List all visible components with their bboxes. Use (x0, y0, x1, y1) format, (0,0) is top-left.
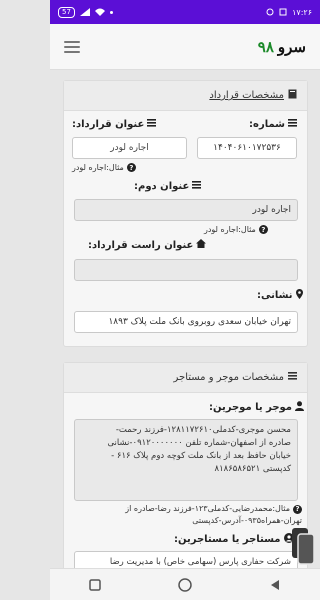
parties-card-title: مشخصات موجر و مستاجر (173, 372, 285, 383)
list-icon (147, 119, 157, 130)
status-time: ۱۷:۲۶ (292, 7, 312, 17)
parties-card-header: مشخصات موجر و مستاجر (64, 363, 307, 393)
second-title-input[interactable]: اجاره لودر (74, 199, 298, 221)
notification-dot-icon (109, 10, 113, 14)
brand-number: ۹۸ (257, 37, 274, 56)
question-icon: ? (258, 225, 268, 234)
address-input[interactable]: تهران خیابان سعدی روبروی بانک ملت پلاک ۱… (74, 311, 298, 333)
status-bar: 57 ۱۷:۲۶ (50, 0, 320, 24)
lessor-line: صادره از اصفهان-شماره تلفن ۰۹۱۲۰۰۰۰۰۰۰-ن… (107, 438, 291, 448)
main-content: مشخصات قرارداد شماره: ۱۴۰۴۰۶۱۰۱۷۲۵۳۶ عنو… (50, 70, 320, 568)
back-icon[interactable] (260, 573, 290, 597)
right-title-label: عنوان راست قرارداد: (88, 239, 207, 251)
contract-card: مشخصات قرارداد شماره: ۱۴۰۴۰۶۱۰۱۷۲۵۳۶ عنو… (63, 80, 308, 347)
second-title-value: اجاره لودر (252, 205, 291, 215)
question-icon: ? (293, 504, 302, 514)
map-marker-icon (295, 289, 303, 302)
contract-number-value: ۱۴۰۴۰۶۱۰۱۷۲۵۳۶ (213, 143, 281, 153)
user-icon (295, 401, 305, 414)
address-label: نشانی: (257, 289, 303, 302)
contract-number-label: شماره: (249, 119, 297, 130)
address-value: تهران خیابان سعدی روبروی بانک ملت پلاک ۱… (108, 317, 291, 327)
contract-card-header: مشخصات قرارداد (64, 81, 307, 111)
lessor-line: کدپستی ۸۱۸۶۵۸۶۵۲۱ (214, 464, 291, 474)
right-title-input[interactable] (74, 259, 298, 281)
parties-card: مشخصات موجر و مستاجر موجر یا موجرین: محس… (63, 362, 308, 568)
wifi-icon (94, 8, 105, 16)
contract-title-label: عنوان قرارداد: (72, 119, 157, 130)
status-left: 57 (58, 6, 113, 18)
book-icon (288, 89, 297, 102)
list-icon (192, 181, 202, 192)
contract-title-placeholder: اجاره لودر (110, 143, 149, 153)
battery-icon: 57 (58, 6, 75, 18)
home-nav-icon[interactable] (170, 573, 200, 597)
lessor-textarea[interactable]: محسن موجری-کدملی۱۲۸۱۱۷۲۶۱۰-فرزند رحمت- ص… (74, 419, 298, 501)
copy-icon[interactable] (290, 522, 316, 570)
status-right: ۱۷:۲۶ (266, 8, 312, 17)
menu-icon[interactable] (64, 40, 80, 53)
home-icon (196, 239, 207, 251)
lessee-value: شرکت حفاری پارس (سهامی خاص) با مدیریت رض… (109, 557, 291, 567)
lessor-label: موجر یا موجرین: (209, 401, 305, 414)
alarm-icon (266, 8, 274, 16)
sync-icon (279, 8, 287, 16)
second-title-hint: ? مثال:اجاره لودر (204, 225, 268, 234)
contract-card-title: مشخصات قرارداد (209, 90, 284, 101)
contract-number-field[interactable]: ۱۴۰۴۰۶۱۰۱۷۲۵۳۶ (197, 137, 297, 159)
list-icon (288, 119, 297, 130)
second-title-label: عنوان دوم: (134, 181, 202, 192)
lessor-hint: ? مثال:محمدرضایی-کدملی۱۲۳-فرزند رضا-صادر… (125, 504, 302, 525)
recents-icon[interactable] (80, 573, 110, 597)
signal-icon (79, 8, 90, 16)
lessor-line: محسن موجری-کدملی۱۲۸۱۱۷۲۶۱۰-فرزند رحمت- (115, 425, 291, 435)
lessee-textarea[interactable]: شرکت حفاری پارس (سهامی خاص) با مدیریت رض… (74, 551, 298, 568)
lessor-line: خیابان حافظ بعد از بانک ملت کوچه دوم پلا… (111, 451, 291, 461)
app-header: سرو ۹۸ (50, 24, 320, 70)
lessee-label: مستاجر یا مستاجرین: (174, 533, 294, 546)
contract-title-input[interactable]: اجاره لودر (72, 137, 187, 159)
app-logo[interactable]: سرو ۹۸ (258, 38, 306, 56)
question-icon: ? (126, 163, 136, 172)
navigation-bar (50, 568, 320, 600)
contract-title-hint: ? مثال:اجاره لودر (72, 163, 136, 172)
list-icon (288, 372, 297, 383)
brand-word: سرو (277, 37, 306, 56)
